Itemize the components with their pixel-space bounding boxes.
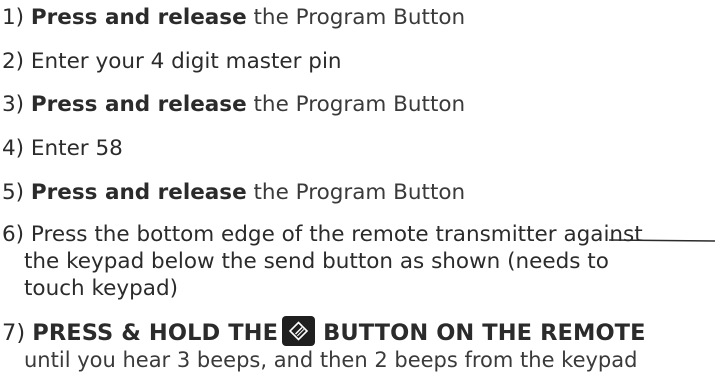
step-1-number: 1) bbox=[2, 5, 25, 30]
step-6-line-2: the keypad below the send button as show… bbox=[24, 249, 609, 274]
step-1-bold: Press and release bbox=[30, 5, 247, 30]
step-3: 3) Press and release the Program Button bbox=[2, 90, 465, 119]
step-6: 6) Press the bottom edge of the remote t… bbox=[2, 220, 643, 249]
step-2-text: Enter your 4 digit master pin bbox=[30, 49, 342, 74]
step-4-number: 4) bbox=[2, 136, 25, 161]
step-3-number: 3) bbox=[2, 92, 25, 117]
step-5-number: 5) bbox=[2, 180, 25, 205]
step-2: 2) Enter your 4 digit master pin bbox=[2, 47, 342, 76]
step-7-number: 7) bbox=[2, 320, 26, 346]
step-5-bold: Press and release bbox=[30, 180, 247, 205]
step-5: 5) Press and release the Program Button bbox=[2, 178, 465, 207]
handwritten-underline-mark bbox=[609, 239, 715, 242]
step-4-text: Enter 58 bbox=[30, 136, 123, 161]
step-6-line-1: Press the bottom edge of the remote tran… bbox=[30, 222, 643, 247]
step-4: 4) Enter 58 bbox=[2, 134, 123, 163]
step-5-text: the Program Button bbox=[246, 180, 466, 205]
step-6-line-3: touch keypad) bbox=[24, 276, 178, 301]
send-button-icon bbox=[282, 316, 316, 346]
step-6-number: 6) bbox=[2, 222, 25, 247]
step-3-text: the Program Button bbox=[246, 92, 466, 117]
step-7: 7) PRESS & HOLD THE BUTTON ON THE REMOTE bbox=[2, 316, 646, 348]
step-7-line-2: until you hear 3 beeps, and then 2 beeps… bbox=[24, 348, 638, 372]
step-1: 1) Press and release the Program Button bbox=[2, 3, 465, 32]
step-3-bold: Press and release bbox=[30, 92, 247, 117]
step-2-number: 2) bbox=[2, 49, 25, 74]
step-7-bold-b: BUTTON ON THE REMOTE bbox=[323, 320, 646, 346]
step-7-bold-a: PRESS & HOLD THE bbox=[32, 320, 279, 346]
step-1-text: the Program Button bbox=[246, 5, 466, 30]
